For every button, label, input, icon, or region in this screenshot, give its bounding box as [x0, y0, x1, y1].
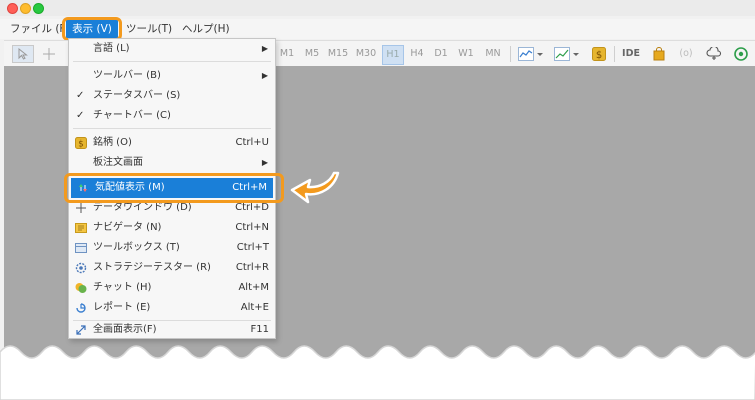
- market-button[interactable]: [650, 45, 668, 63]
- crosshair-tool-button[interactable]: [40, 45, 58, 63]
- menu-item-label: チャット (H): [93, 282, 152, 293]
- fullscreen-icon: [76, 325, 86, 335]
- menu-item-chart-bar[interactable]: ✓ チャートバー (C): [69, 106, 275, 126]
- timeframe-h1[interactable]: H1: [382, 45, 404, 65]
- menu-item-label: ナビゲータ (N): [93, 222, 162, 233]
- minimize-window-button[interactable]: [20, 3, 31, 14]
- menu-item-label: ツールバー (B): [93, 70, 161, 81]
- menu-item-label: 板注文画面: [93, 157, 143, 168]
- menu-item-shortcut: Ctrl+U: [235, 137, 270, 148]
- menu-item-shortcut: Ctrl+T: [236, 242, 269, 253]
- app-window: ファイル (F) 表示 (V) ツール(T) ヘルプ(H) M1 M5 M15 …: [0, 0, 755, 400]
- menu-item-shortcut: F11: [250, 324, 269, 335]
- menu-separator: [73, 61, 271, 62]
- cursor-icon: [18, 47, 28, 60]
- checkmark-icon: ✓: [76, 110, 85, 121]
- svg-text:$: $: [596, 50, 602, 61]
- timeframe-m30[interactable]: M30: [354, 45, 378, 63]
- menu-item-label: レポート (E): [93, 302, 151, 313]
- menu-item-status-bar[interactable]: ✓ ステータスバー (S): [69, 86, 275, 106]
- crosshair-icon: [76, 203, 86, 213]
- menu-item-label: 銘柄 (O): [93, 137, 132, 148]
- toolbox-icon: [75, 243, 87, 253]
- report-icon: [76, 303, 86, 313]
- timeframe-h4[interactable]: H4: [408, 45, 426, 63]
- torn-edge-decoration: [0, 345, 755, 400]
- dollar-icon: $: [592, 47, 606, 61]
- menu-separator: [73, 128, 271, 129]
- submenu-arrow-icon: ▶: [261, 44, 268, 53]
- cloud-icon: [706, 45, 722, 60]
- menu-tools[interactable]: ツール(T): [126, 19, 172, 39]
- menu-file[interactable]: ファイル (F): [10, 19, 70, 39]
- chart-templates-button[interactable]: [552, 45, 582, 63]
- chart-template-icon: [554, 47, 579, 61]
- menu-item-navigator[interactable]: ナビゲータ (N) Ctrl+N: [69, 218, 275, 238]
- menu-item-shortcut: Ctrl+R: [235, 262, 269, 273]
- symbols-icon: $: [75, 137, 87, 149]
- toolbar-separator: [614, 46, 615, 62]
- menu-item-label: ストラテジーテスター (R): [93, 262, 211, 273]
- timeframe-mn[interactable]: MN: [482, 45, 504, 63]
- menu-item-language[interactable]: 言語 (L) ▶: [69, 39, 275, 59]
- menu-item-label: 全画面表示(F): [93, 324, 157, 335]
- symbols-button[interactable]: $: [590, 45, 608, 63]
- close-window-button[interactable]: [7, 3, 18, 14]
- indicators-button[interactable]: [516, 45, 546, 63]
- menu-item-shortcut: Alt+E: [240, 302, 269, 313]
- submenu-arrow-icon: ▶: [261, 158, 268, 167]
- toolbar-separator: [510, 46, 511, 62]
- cursor-tool-button[interactable]: [12, 45, 34, 63]
- menu-item-depth-of-market[interactable]: 板注文画面 ▶: [69, 153, 275, 173]
- menu-item-toolbar[interactable]: ツールバー (B) ▶: [69, 66, 275, 86]
- menu-item-strategy-tester[interactable]: ストラテジーテスター (R) Ctrl+R: [69, 258, 275, 278]
- navigator-icon: [75, 223, 87, 233]
- menu-item-symbols[interactable]: $ 銘柄 (O) Ctrl+U: [69, 133, 275, 153]
- timeframe-d1[interactable]: D1: [432, 45, 450, 63]
- menu-item-label: 言語 (L): [93, 43, 130, 54]
- checkmark-icon: ✓: [76, 90, 85, 101]
- signals-button[interactable]: (o): [674, 45, 698, 63]
- menu-item-shortcut: Alt+M: [238, 282, 269, 293]
- chat-icon: [75, 283, 87, 293]
- callout-arrow-icon: [290, 171, 340, 204]
- shopping-bag-icon: [653, 47, 665, 61]
- timeframe-m1[interactable]: M1: [278, 45, 296, 63]
- market-watch-highlight-frame: [64, 173, 284, 203]
- menu-item-label: ステータスバー (S): [93, 90, 181, 101]
- timeframe-m15[interactable]: M15: [326, 45, 350, 63]
- menu-item-shortcut: Ctrl+N: [235, 222, 269, 233]
- menu-item-toolbox[interactable]: ツールボックス (T) Ctrl+T: [69, 238, 275, 258]
- line-chart-icon: [518, 47, 543, 61]
- menu-help[interactable]: ヘルプ(H): [182, 19, 230, 39]
- menu-item-full-screen[interactable]: 全画面表示(F) F11: [69, 320, 275, 340]
- algo-trading-button[interactable]: [730, 45, 752, 63]
- crosshair-icon: [43, 48, 55, 60]
- title-bar: [0, 0, 755, 16]
- menu-item-label: チャートバー (C): [93, 110, 171, 121]
- svg-text:$: $: [78, 140, 83, 150]
- timeframe-w1[interactable]: W1: [456, 45, 476, 63]
- zoom-window-button[interactable]: [33, 3, 44, 14]
- vps-button[interactable]: [704, 45, 724, 63]
- timeframe-m5[interactable]: M5: [302, 45, 322, 63]
- submenu-arrow-icon: ▶: [261, 71, 268, 80]
- menu-item-chat[interactable]: チャット (H) Alt+M: [69, 278, 275, 298]
- menu-item-report[interactable]: レポート (E) Alt+E: [69, 298, 275, 318]
- strategy-tester-icon: [75, 262, 87, 274]
- menu-item-label: ツールボックス (T): [93, 242, 180, 253]
- ide-button[interactable]: IDE: [620, 45, 642, 63]
- algo-trading-icon: [734, 47, 748, 61]
